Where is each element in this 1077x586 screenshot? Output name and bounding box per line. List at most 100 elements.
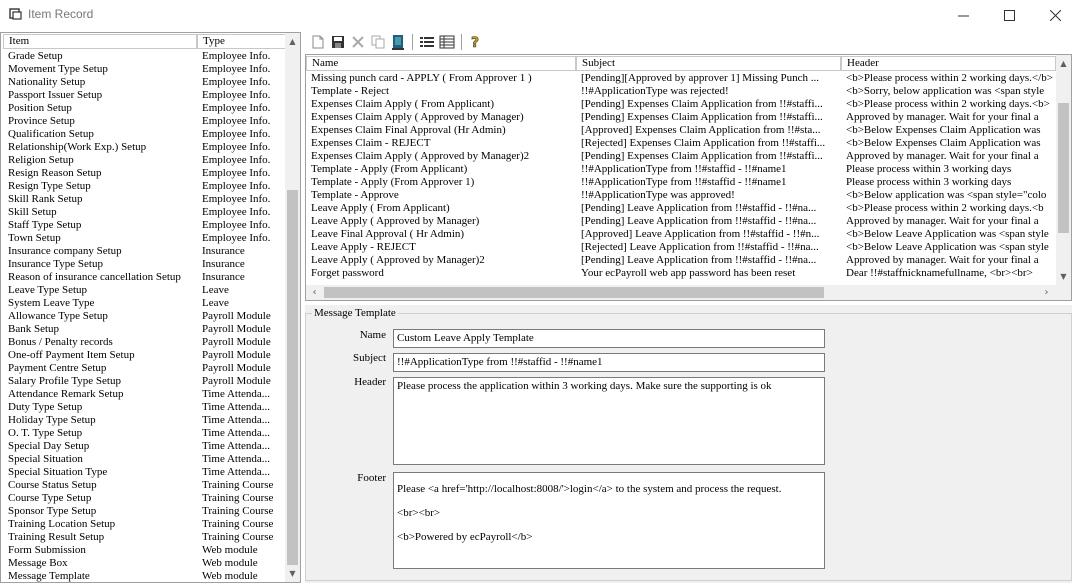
list-item[interactable]: Training Location Setup Training Course [3, 518, 286, 531]
table-row[interactable]: Leave Apply ( Approved by Manager)2 [Pend… [306, 254, 1056, 267]
table-row[interactable]: Expenses Claim Apply ( Approved by Manag… [306, 150, 1056, 163]
list-item[interactable]: Grade Setup Employee Info. [3, 50, 286, 63]
list-item[interactable]: Skill Rank Setup Employee Info. [3, 193, 286, 206]
list-item[interactable]: Bonus / Penalty records Payroll Module [3, 336, 286, 349]
list-item[interactable]: Holiday Type Setup Time Attenda... [3, 414, 286, 427]
scroll-thumb[interactable] [287, 190, 298, 565]
list-item[interactable]: Religion Setup Employee Info. [3, 154, 286, 167]
delete-icon [352, 36, 364, 48]
subject-field[interactable]: !!#ApplicationType from !!#staffid - !!#… [393, 353, 825, 372]
list-item[interactable]: Course Type Setup Training Course [3, 492, 286, 505]
delete-button[interactable] [348, 33, 368, 51]
list-item[interactable]: Special Situation Type Time Attenda... [3, 466, 286, 479]
list-item[interactable]: Special Day Setup Time Attenda... [3, 440, 286, 453]
list-item[interactable]: Passport Issuer Setup Employee Info. [3, 89, 286, 102]
column-header-type[interactable]: Type [197, 34, 286, 49]
list-item[interactable]: Allowance Type Setup Payroll Module [3, 310, 286, 323]
template-grid[interactable]: Name Subject Header Missing punch card -… [305, 54, 1072, 301]
table-row[interactable]: Expenses Claim Apply ( Approved by Manag… [306, 111, 1056, 124]
list-item[interactable]: Course Status Setup Training Course [3, 479, 286, 492]
copy-button[interactable] [368, 33, 388, 51]
list-item[interactable]: Training Result Setup Training Course [3, 531, 286, 544]
list-item[interactable]: Insurance company Setup Insurance [3, 245, 286, 258]
scroll-up-arrow-icon[interactable]: ▲ [285, 34, 300, 49]
list-item[interactable]: System Leave Type Leave [3, 297, 286, 310]
item-list-scrollbar[interactable]: ▲ ▼ [285, 33, 300, 582]
list-item[interactable]: Special Situation Time Attenda... [3, 453, 286, 466]
maximize-button[interactable] [986, 0, 1032, 30]
list-item[interactable]: Salary Profile Type Setup Payroll Module [3, 375, 286, 388]
list-item[interactable]: Position Setup Employee Info. [3, 102, 286, 115]
list-item[interactable]: O. T. Type Setup Time Attenda... [3, 427, 286, 440]
list-item[interactable]: Movement Type Setup Employee Info. [3, 63, 286, 76]
table-row[interactable]: Template - Reject !!#ApplicationType was … [306, 85, 1056, 98]
list-item[interactable]: Staff Type Setup Employee Info. [3, 219, 286, 232]
list-item[interactable]: Duty Type Setup Time Attenda... [3, 401, 286, 414]
list-item[interactable]: Attendance Remark Setup Time Attenda... [3, 388, 286, 401]
table-row[interactable]: Leave Apply ( From Applicant) [Pending] L… [306, 202, 1056, 215]
name-label: Name [359, 329, 386, 341]
list-item[interactable]: Reason of insurance cancellation Setup In… [3, 271, 286, 284]
list-item[interactable]: Bank Setup Payroll Module [3, 323, 286, 336]
table-row[interactable]: Template - Approve !!#ApplicationType was… [306, 189, 1056, 202]
cell-header: <b>Please process within 2 working days.… [846, 72, 1053, 84]
list-item[interactable]: Resign Reason Setup Employee Info. [3, 167, 286, 180]
grid-scroll-up-arrow-icon[interactable]: ▲ [1056, 56, 1071, 71]
column-header-item[interactable]: Item [3, 34, 197, 49]
grid-scroll-down-arrow-icon[interactable]: ▼ [1056, 269, 1071, 284]
list-view-button[interactable] [417, 33, 437, 51]
list-item-name: System Leave Type [8, 297, 95, 309]
item-list-rows: Grade Setup Employee Info. Movement Type S… [3, 50, 286, 583]
list-item-type: Time Attenda... [202, 453, 271, 465]
list-item[interactable]: Message Template Web module [3, 570, 286, 583]
grid-vertical-scroll-thumb[interactable] [1058, 103, 1069, 233]
grid-horizontal-scrollbar[interactable]: ‹ › [306, 285, 1071, 300]
table-row[interactable]: Template - Apply (From Applicant) !!#Appl… [306, 163, 1056, 176]
table-row[interactable]: Missing punch card - APPLY ( From Approv… [306, 72, 1056, 85]
list-item[interactable]: Province Setup Employee Info. [3, 115, 286, 128]
list-item[interactable]: One-off Payment Item Setup Payroll Module [3, 349, 286, 362]
new-button[interactable] [308, 33, 328, 51]
name-field[interactable]: Custom Leave Apply Template [393, 329, 825, 348]
table-row[interactable]: Forget password Your ecPayroll web app pa… [306, 267, 1056, 280]
exit-button[interactable] [388, 33, 408, 51]
close-button[interactable] [1032, 0, 1077, 30]
list-item[interactable]: Qualification Setup Employee Info. [3, 128, 286, 141]
table-row[interactable]: Expenses Claim Apply ( From Applicant) [P… [306, 98, 1056, 111]
table-row[interactable]: Expenses Claim Final Approval (Hr Admin)… [306, 124, 1056, 137]
table-row[interactable]: Leave Apply ( Approved by Manager) [Pendi… [306, 215, 1056, 228]
table-row[interactable]: Template - Apply (From Approver 1) !!#App… [306, 176, 1056, 189]
list-item[interactable]: Sponsor Type Setup Training Course [3, 505, 286, 518]
list-item[interactable]: Skill Setup Employee Info. [3, 206, 286, 219]
table-row[interactable]: Leave Final Approval ( Hr Admin) [Approve… [306, 228, 1056, 241]
column-header-header[interactable]: Header [841, 56, 1056, 71]
table-row[interactable]: Leave Apply - REJECT [Rejected] Leave App… [306, 241, 1056, 254]
detail-view-button[interactable] [437, 33, 457, 51]
list-item[interactable]: Payment Centre Setup Payroll Module [3, 362, 286, 375]
list-item[interactable]: Resign Type Setup Employee Info. [3, 180, 286, 193]
list-item[interactable]: Nationality Setup Employee Info. [3, 76, 286, 89]
column-header-subject[interactable]: Subject [576, 56, 841, 71]
list-item[interactable]: Insurance Type Setup Insurance [3, 258, 286, 271]
item-list[interactable]: Item Type Grade Setup Employee Info. Movem… [0, 32, 301, 583]
list-item[interactable]: Relationship(Work Exp.) Setup Employee In… [3, 141, 286, 154]
grid-vertical-scrollbar[interactable]: ▲ ▼ [1056, 55, 1071, 285]
minimize-button[interactable] [940, 0, 986, 30]
cell-header: Approved by manager. Wait for your final… [846, 215, 1039, 227]
header-textarea[interactable]: Please process the application within 3 … [393, 377, 825, 465]
cell-header: Approved by manager. Wait for your final… [846, 254, 1039, 266]
list-item[interactable]: Form Submission Web module [3, 544, 286, 557]
list-item[interactable]: Town Setup Employee Info. [3, 232, 286, 245]
list-item[interactable]: Leave Type Setup Leave [3, 284, 286, 297]
help-button[interactable]: ? [466, 33, 486, 51]
scroll-down-arrow-icon[interactable]: ▼ [285, 566, 300, 581]
grid-scroll-right-arrow-icon[interactable]: › [1039, 285, 1054, 300]
grid-scroll-left-arrow-icon[interactable]: ‹ [307, 285, 322, 300]
list-item[interactable]: Message Box Web module [3, 557, 286, 570]
column-header-name[interactable]: Name [306, 56, 576, 71]
grid-horizontal-scroll-thumb[interactable] [324, 287, 824, 298]
list-item-type: Employee Info. [202, 89, 271, 101]
save-button[interactable] [328, 33, 348, 51]
footer-textarea[interactable]: Please <a href='http://localhost:8008/'>… [393, 472, 825, 569]
table-row[interactable]: Expenses Claim - REJECT [Rejected] Expens… [306, 137, 1056, 150]
